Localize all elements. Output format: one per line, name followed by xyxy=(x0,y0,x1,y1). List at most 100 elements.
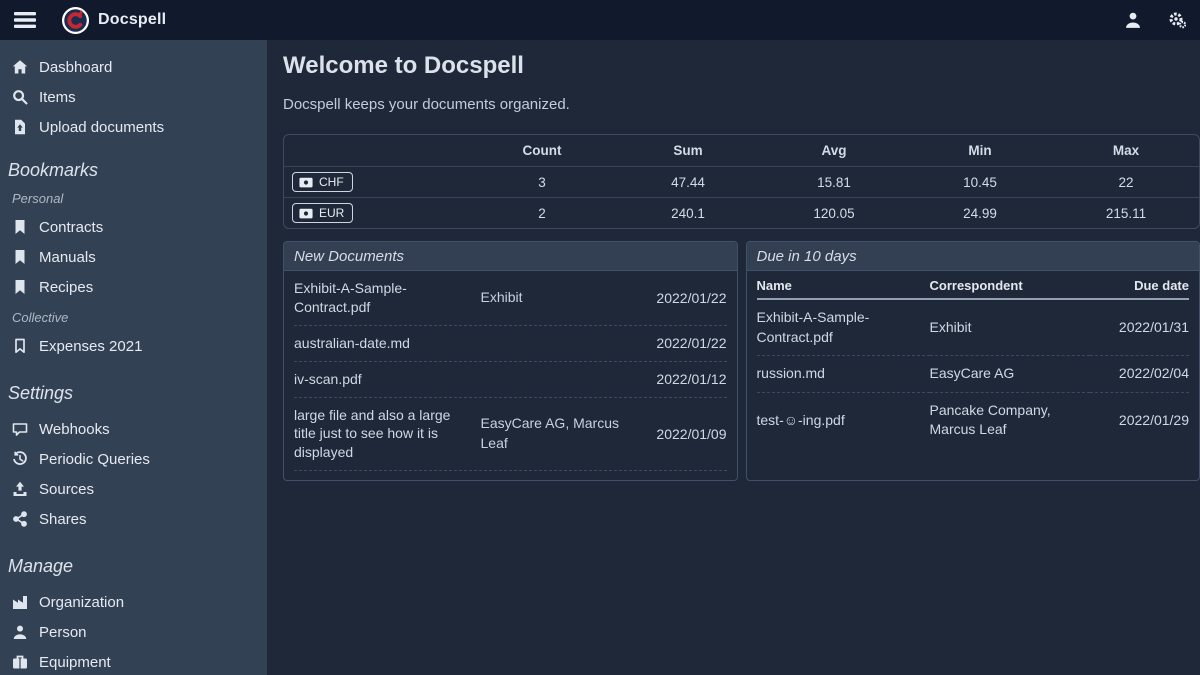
document-correspondent: Pancake Company, Marcus Leaf xyxy=(481,479,631,481)
sidebar-item-label: Upload documents xyxy=(39,119,164,136)
col-name: Name xyxy=(757,271,930,299)
currency-stats-table: Count Sum Avg Min Max CHF xyxy=(283,134,1200,229)
docspell-app: Docspell Dasbhoard xyxy=(0,0,1200,675)
topbar: Docspell xyxy=(0,0,1200,40)
list-item: Exhibit-A-Sample-Contract.pdf Exhibit 20… xyxy=(294,271,727,325)
due-header-row: Name Correspondent Due date xyxy=(757,271,1190,299)
document-link[interactable]: test-☺-ing.pdf xyxy=(757,392,930,448)
main-content: Welcome to Docspell Docspell keeps your … xyxy=(267,40,1200,675)
table-row: russion.md EasyCare AG 2022/02/04 xyxy=(757,356,1190,393)
stats-header-row: Count Sum Avg Min Max xyxy=(284,135,1199,166)
table-row-eur: EUR 2 240.1 120.05 24.99 215.11 xyxy=(284,197,1199,228)
document-correspondent: Pancake Company, Marcus Leaf xyxy=(930,392,1090,448)
stat-value: 10.45 xyxy=(907,175,1053,190)
page-subtitle: Docspell keeps your documents organized. xyxy=(283,96,1192,113)
currency-label: EUR xyxy=(319,206,344,220)
stat-value: 215.11 xyxy=(1053,206,1199,221)
sidebar-item-label: Dasbhoard xyxy=(39,59,112,76)
document-link[interactable]: australian-date.md xyxy=(294,334,473,353)
col-min: Min xyxy=(907,143,1053,158)
sidebar-item-dashboard[interactable]: Dasbhoard xyxy=(0,52,267,82)
sidebar-item-webhooks[interactable]: Webhooks xyxy=(0,414,267,444)
document-correspondent: EasyCare AG xyxy=(930,356,1090,393)
industry-icon xyxy=(12,594,28,610)
new-documents-list: Exhibit-A-Sample-Contract.pdf Exhibit 20… xyxy=(284,271,737,481)
sidebar-section-manage: Manage xyxy=(0,556,267,577)
bookmark-icon xyxy=(12,219,28,235)
stat-value: 120.05 xyxy=(761,206,907,221)
docspell-logo-icon xyxy=(62,7,89,34)
sidebar-item-expenses-2021[interactable]: Expenses 2021 xyxy=(0,331,267,361)
sidebar-item-label: Shares xyxy=(39,511,87,528)
sidebar-item-label: Manuals xyxy=(39,249,96,266)
document-correspondent: Exhibit xyxy=(481,288,631,308)
settings-gears-icon[interactable] xyxy=(1168,11,1186,29)
due-date: 2022/01/31 xyxy=(1090,299,1189,356)
document-date: 2022/01/09 xyxy=(639,426,727,442)
panel-title: Due in 10 days xyxy=(747,242,1200,271)
history-icon xyxy=(12,451,28,467)
stat-value: 22 xyxy=(1053,175,1199,190)
sidebar-item-organization[interactable]: Organization xyxy=(0,587,267,617)
col-max: Max xyxy=(1053,143,1199,158)
sidebar-item-equipment[interactable]: Equipment xyxy=(0,647,267,675)
sidebar-item-label: Periodic Queries xyxy=(39,451,150,468)
sidebar-item-manuals[interactable]: Manuals xyxy=(0,242,267,272)
brand[interactable]: Docspell xyxy=(62,7,166,34)
document-correspondent: EasyCare AG, Marcus Leaf xyxy=(481,414,631,453)
document-link[interactable]: russion.md xyxy=(757,356,930,393)
sidebar-item-shares[interactable]: Shares xyxy=(0,504,267,534)
sidebar-item-contracts[interactable]: Contracts xyxy=(0,212,267,242)
due-panel: Due in 10 days Name Correspondent Due da… xyxy=(746,241,1200,481)
document-date: 2022/01/22 xyxy=(639,335,727,351)
document-link[interactable]: iv-scan.pdf xyxy=(294,370,473,389)
stat-value: 15.81 xyxy=(761,175,907,190)
sidebar-item-label: Items xyxy=(39,89,76,106)
search-icon xyxy=(12,89,28,105)
sidebar-item-items[interactable]: Items xyxy=(0,82,267,112)
sidebar-item-periodic-queries[interactable]: Periodic Queries xyxy=(0,444,267,474)
home-icon xyxy=(12,59,28,75)
sidebar-item-sources[interactable]: Sources xyxy=(0,474,267,504)
document-link[interactable]: Exhibit-A-Sample-Contract.pdf xyxy=(757,299,930,356)
sidebar-item-label: Person xyxy=(39,624,87,641)
document-link[interactable]: large file and also a large title just t… xyxy=(294,406,473,463)
bookmark-icon xyxy=(12,249,28,265)
due-date: 2022/01/29 xyxy=(1090,392,1189,448)
bookmark-icon xyxy=(12,279,28,295)
share-icon xyxy=(12,511,28,527)
comment-icon xyxy=(12,421,28,437)
col-due-date: Due date xyxy=(1090,271,1189,299)
document-correspondent: Exhibit xyxy=(930,299,1090,356)
stat-value: 240.1 xyxy=(615,206,761,221)
table-row: test-☺-ing.pdf Pancake Company, Marcus L… xyxy=(757,392,1190,448)
bookmark-outline-icon xyxy=(12,338,28,354)
currency-badge: EUR xyxy=(292,203,353,223)
currency-badge: CHF xyxy=(292,172,353,192)
sidebar-item-recipes[interactable]: Recipes xyxy=(0,272,267,302)
sidebar: Dasbhoard Items Upload documents Bookmar… xyxy=(0,40,267,675)
currency-label: CHF xyxy=(319,175,344,189)
menu-icon[interactable] xyxy=(14,11,36,29)
list-item: iv-scan.pdf 2022/01/12 xyxy=(294,361,727,397)
account-icon[interactable] xyxy=(1124,11,1142,29)
upload-icon xyxy=(12,481,28,497)
due-table: Name Correspondent Due date Exhibit-A-Sa… xyxy=(757,271,1190,448)
sidebar-item-upload-documents[interactable]: Upload documents xyxy=(0,112,267,142)
stat-value: 47.44 xyxy=(615,175,761,190)
user-icon xyxy=(12,624,28,640)
sidebar-item-label: Equipment xyxy=(39,654,111,671)
sidebar-item-person[interactable]: Person xyxy=(0,617,267,647)
col-count: Count xyxy=(469,143,615,158)
bookmarks-group-personal: Personal xyxy=(0,191,267,206)
stat-value: 2 xyxy=(469,206,615,221)
sidebar-item-label: Organization xyxy=(39,594,124,611)
briefcase-icon xyxy=(12,654,28,670)
app-title: Docspell xyxy=(98,11,166,29)
document-date: 2022/01/12 xyxy=(639,371,727,387)
col-correspondent: Correspondent xyxy=(930,271,1090,299)
stat-value: 24.99 xyxy=(907,206,1053,221)
money-bill-icon xyxy=(299,208,313,219)
sidebar-section-settings: Settings xyxy=(0,383,267,404)
document-link[interactable]: Exhibit-A-Sample-Contract.pdf xyxy=(294,279,473,317)
